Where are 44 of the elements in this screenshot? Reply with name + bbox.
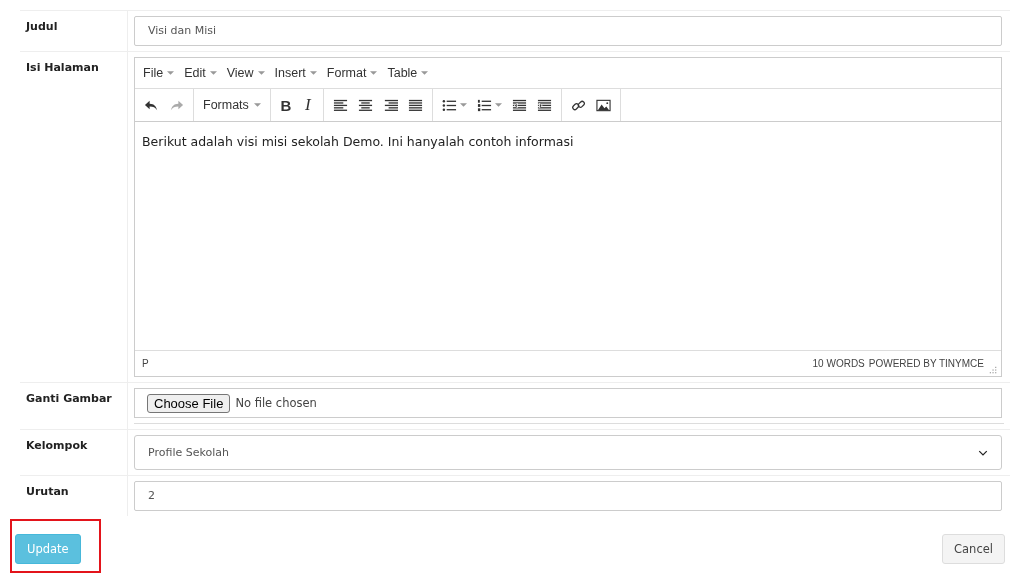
- caret-icon: [253, 103, 261, 107]
- menu-item[interactable]: File: [139, 64, 179, 82]
- text-field[interactable]: Visi dan Misi: [134, 16, 1002, 46]
- image-icon: [595, 97, 611, 113]
- editor-text: Berikut adalah visi misi sekolah Demo. Ini hanyalah contoh informasi: [142, 134, 575, 149]
- caret-icon: [257, 71, 265, 75]
- formats-dropdown[interactable]: Formats: [198, 92, 266, 118]
- field-label: Urutan: [26, 484, 69, 498]
- italic-button[interactable]: I: [296, 92, 319, 118]
- choose-file-button[interactable]: Choose File: [147, 393, 231, 413]
- caret-icon: [370, 71, 378, 75]
- field-label: Isi Halaman: [26, 60, 99, 74]
- align-left-icon: [332, 97, 348, 113]
- select-field[interactable]: Profile Sekolah: [134, 435, 1002, 470]
- caret-icon: [459, 103, 467, 107]
- align-center-icon: [357, 97, 373, 113]
- resize-handle-icon: [988, 365, 997, 374]
- bold-button[interactable]: B: [274, 92, 297, 118]
- element-path: P: [142, 358, 149, 369]
- menu-item[interactable]: Insert: [270, 64, 321, 82]
- field-label: Judul: [26, 19, 58, 33]
- numbered-list-icon: [476, 97, 492, 113]
- menu-item[interactable]: Edit: [180, 64, 221, 82]
- menu-item[interactable]: Table: [383, 64, 433, 82]
- word-count: 10 WORDS: [812, 358, 865, 369]
- caret-icon: [209, 71, 217, 75]
- caret-icon: [421, 71, 429, 75]
- powered-by-text: POWERED BY TINYMCE: [868, 358, 984, 369]
- rich-text-editor[interactable]: File Edit View Insert Format Table Formats B I Berikut adalah visi misi sekolah Demo. Ini hanyalah contoh informasi P 10 WORDS POWERED BY TINYMCE: [134, 57, 1002, 377]
- text-field[interactable]: 2: [134, 481, 1002, 511]
- field-label: Kelompok: [26, 438, 88, 452]
- caret-icon: [494, 103, 502, 107]
- field-label: Ganti Gambar: [26, 391, 112, 405]
- file-status: No file chosen: [235, 396, 317, 410]
- caret-icon: [309, 71, 317, 75]
- align-justify-icon: [407, 97, 423, 113]
- caret-icon: [167, 71, 175, 75]
- menu-item[interactable]: Format: [322, 64, 382, 82]
- outdent-icon: [511, 97, 527, 113]
- align-right-icon: [382, 97, 398, 113]
- indent-icon: [536, 97, 552, 113]
- bullet-list-icon: [441, 97, 457, 113]
- cancel-button[interactable]: Cancel: [942, 534, 1005, 564]
- menu-item[interactable]: View: [222, 64, 269, 82]
